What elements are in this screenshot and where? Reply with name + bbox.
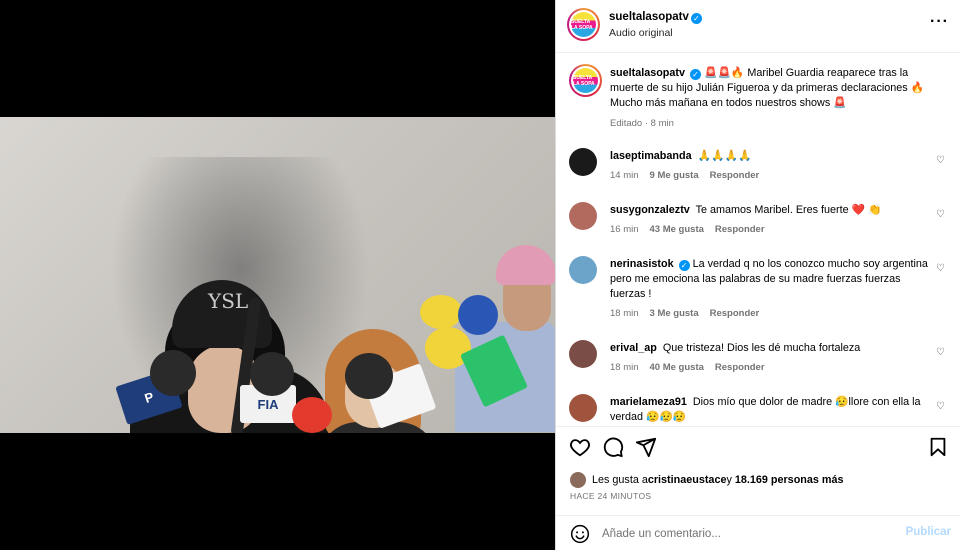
comment-likes[interactable]: 9 Me gusta [650, 170, 699, 181]
heart-icon[interactable]: ♡ [936, 348, 946, 358]
comment-time[interactable]: 16 min [610, 224, 639, 235]
avatar[interactable] [569, 256, 597, 284]
heart-icon[interactable]: ♡ [936, 402, 946, 412]
avatar[interactable] [569, 148, 597, 176]
caption-username[interactable]: sueltalasopatv [610, 67, 685, 79]
comment-username[interactable]: nerinasistok [610, 258, 674, 270]
comments-section[interactable]: SUELTA LA SOPA sueltalasopatv ✓ 🚨🚨🔥 Marib… [556, 54, 960, 426]
comment-composer: Publicar [556, 515, 960, 550]
comment-username[interactable]: marielameza91 [610, 396, 687, 408]
avatar[interactable]: SUELTA LA SOPA [567, 8, 600, 41]
post-header: SUELTA LA SOPA sueltalasopatv ✓ Audio ori… [556, 0, 960, 53]
comment-time[interactable]: 18 min [610, 308, 639, 319]
avatar[interactable] [570, 472, 586, 488]
share-icon[interactable] [635, 436, 657, 458]
heart-icon[interactable]: ♡ [936, 264, 946, 274]
comment-username[interactable]: susygonzaleztv [610, 204, 690, 216]
likes-count[interactable]: 18.169 personas más [735, 474, 844, 486]
heart-icon[interactable] [569, 436, 591, 458]
heart-icon[interactable]: ♡ [936, 210, 946, 220]
heart-icon[interactable]: ♡ [936, 156, 946, 166]
avatar[interactable] [569, 202, 597, 230]
avatar[interactable] [569, 340, 597, 368]
audio-label[interactable]: Audio original [609, 27, 673, 39]
avatar[interactable] [569, 394, 597, 422]
bookmark-icon[interactable] [927, 436, 949, 458]
comment-likes[interactable]: 3 Me gusta [650, 308, 699, 319]
reply-button[interactable]: Responder [710, 170, 760, 181]
reply-button[interactable]: Responder [715, 224, 765, 235]
post-sidebar: SUELTA LA SOPA sueltalasopatv ✓ Audio ori… [555, 0, 960, 550]
comment-text: 🙏🙏🙏🙏 [697, 150, 752, 162]
comment-input[interactable] [602, 524, 892, 544]
verified-badge-icon: ✓ [690, 13, 702, 24]
comment-likes[interactable]: 40 Me gusta [650, 362, 704, 373]
publish-button[interactable]: Publicar [906, 526, 951, 538]
comment-text: Que tristeza! Dios les dé mucha fortalez… [662, 342, 861, 354]
comment-text: Te amamos Maribel. Eres fuerte ❤️ 👏 [695, 204, 882, 216]
comment-time[interactable]: 18 min [610, 362, 639, 373]
post-video[interactable]: YSL P FIA 🔈 [0, 117, 555, 433]
caption-meta: Editado · 8 min [610, 118, 674, 129]
emoji-smile-icon[interactable] [570, 524, 590, 544]
avatar[interactable]: SUELTA LA SOPA [569, 64, 602, 97]
media-panel: YSL P FIA 🔈 [0, 0, 555, 550]
header-username[interactable]: sueltalasopatv [609, 11, 689, 23]
action-bar [556, 426, 960, 466]
cap-logo: YSL [208, 289, 249, 313]
comment-time[interactable]: 14 min [610, 170, 639, 181]
comment-username[interactable]: erival_ap [610, 342, 657, 354]
comment-likes[interactable]: 43 Me gusta [650, 224, 704, 235]
verified-badge-icon: ✓ [690, 69, 702, 80]
likes-summary: Les gusta a cristinaeustace y 18.169 per… [570, 471, 844, 489]
post-timestamp[interactable]: HACE 24 MINUTOS [570, 491, 651, 501]
verified-badge-icon: ✓ [678, 260, 690, 271]
reply-button[interactable]: Responder [710, 308, 760, 319]
more-horizontal-icon[interactable]: ··· [930, 14, 949, 30]
liker-username[interactable]: cristinaeustace [648, 474, 727, 486]
comment-username[interactable]: laseptimabanda [610, 150, 692, 162]
reply-button[interactable]: Responder [715, 362, 765, 373]
comment-icon[interactable] [602, 436, 624, 458]
